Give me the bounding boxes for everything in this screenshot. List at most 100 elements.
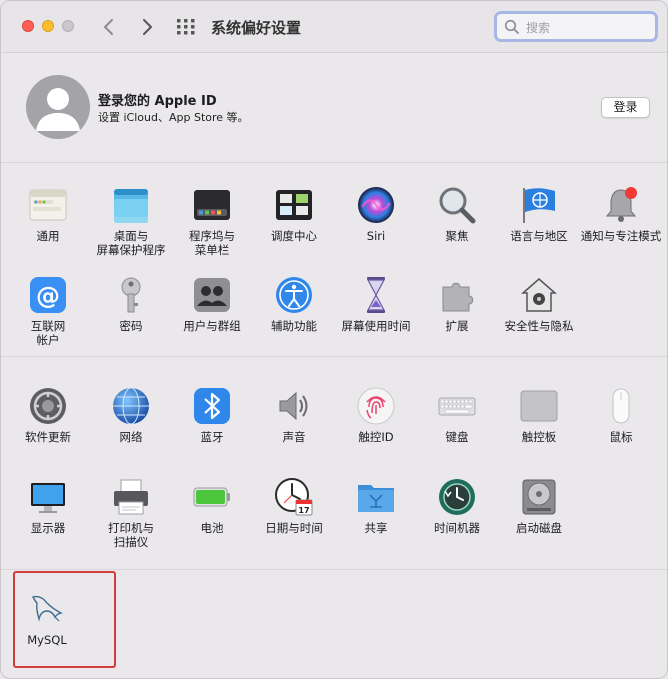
pane-label: 密码: [119, 319, 143, 333]
pane-notifications[interactable]: 通知与专注模式: [580, 185, 662, 243]
chevron-left-icon: [104, 19, 113, 35]
general-icon: [29, 189, 67, 221]
date-time-icon: 17: [275, 478, 313, 516]
close-window-button[interactable]: [22, 20, 34, 32]
zoom-window-button[interactable]: [62, 20, 74, 32]
pane-label: 软件更新: [25, 430, 71, 444]
pane-label: 安全性与隐私: [504, 319, 574, 333]
printers-scanners-icon: [114, 479, 148, 515]
pane-label: 触控ID: [358, 430, 394, 444]
pane-sharing[interactable]: 共享: [335, 477, 417, 535]
user-silhouette-icon: [36, 88, 80, 131]
pane-label: 调度中心: [271, 229, 317, 243]
pane-mission-control[interactable]: 调度中心: [253, 185, 335, 243]
keyboard-icon: [438, 397, 476, 416]
mouse-icon: [612, 388, 630, 424]
pane-time-machine[interactable]: 时间机器: [416, 477, 498, 535]
users-groups-icon: [194, 278, 230, 312]
pane-startup-disk[interactable]: 启动磁盘: [498, 477, 580, 535]
pane-security-privacy[interactable]: 安全性与隐私: [498, 275, 580, 333]
spotlight-icon: [439, 187, 476, 224]
pane-trackpad[interactable]: 触控板: [498, 386, 580, 444]
pane-label: 时间机器: [434, 521, 480, 535]
touch-id-icon: [357, 387, 395, 425]
pane-displays[interactable]: 显示器: [7, 477, 89, 535]
pane-bluetooth[interactable]: 蓝牙: [171, 386, 253, 444]
minimize-window-button[interactable]: [42, 20, 54, 32]
pane-label: 互联网 帐户: [30, 319, 66, 347]
pane-label: 程序坞与 菜单栏: [189, 229, 235, 257]
grid-icon: [177, 19, 195, 35]
pane-mouse[interactable]: 鼠标: [580, 386, 662, 444]
sharing-icon: [358, 485, 394, 512]
software-update-icon: [30, 388, 66, 424]
pane-label: 启动磁盘: [516, 521, 562, 535]
pane-label: 屏幕使用时间: [341, 319, 411, 333]
annotation-highlight-box: [13, 571, 116, 668]
search-field[interactable]: 搜索: [494, 11, 658, 42]
pane-label: 语言与地区: [510, 229, 568, 243]
pane-label: 共享: [364, 521, 388, 535]
pane-label: 打印机与 扫描仪: [108, 521, 154, 549]
apple-id-subtitle: 设置 iCloud、App Store 等。: [98, 111, 249, 124]
pane-screen-time[interactable]: 屏幕使用时间: [335, 275, 417, 333]
pane-label: 桌面与 屏幕保护程序: [96, 229, 166, 257]
pane-label: 通知与专注模式: [580, 229, 662, 243]
pane-label: 触控板: [521, 430, 557, 444]
bluetooth-icon: [194, 388, 230, 424]
language-region-icon: [523, 188, 555, 223]
pane-passwords[interactable]: 密码: [90, 275, 172, 333]
pane-language-region[interactable]: 语言与地区: [498, 185, 580, 243]
pane-label: Siri: [366, 229, 386, 243]
pane-touch-id[interactable]: 触控ID: [335, 386, 417, 444]
pane-spotlight[interactable]: 聚焦: [416, 185, 498, 243]
pane-label: 辅助功能: [271, 319, 317, 333]
apple-id-title: 登录您的 Apple ID: [98, 94, 217, 109]
trackpad-icon: [520, 390, 558, 422]
pane-siri[interactable]: Siri: [335, 185, 417, 243]
window-title: 系统偏好设置: [211, 19, 302, 37]
svg-text:@: @: [36, 282, 60, 310]
show-all-button[interactable]: [177, 19, 195, 35]
apple-id-section: 登录您的 Apple ID 设置 iCloud、App Store 等。 登录: [1, 53, 667, 163]
pane-desktop-screensaver[interactable]: 桌面与 屏幕保护程序: [90, 185, 172, 257]
pane-software-update[interactable]: 软件更新: [7, 386, 89, 444]
pane-sound[interactable]: 声音: [253, 386, 335, 444]
pane-label: 日期与时间: [265, 521, 323, 535]
security-privacy-icon: [521, 278, 557, 312]
back-button[interactable]: [98, 15, 120, 39]
pane-battery[interactable]: 电池: [171, 477, 253, 535]
pane-date-time[interactable]: 17 日期与时间: [253, 477, 335, 535]
pane-keyboard[interactable]: 键盘: [416, 386, 498, 444]
internet-accounts-icon: @: [30, 277, 66, 313]
pane-label: 通用: [36, 229, 60, 243]
passwords-icon: [121, 277, 141, 313]
pane-accessibility[interactable]: 辅助功能: [253, 275, 335, 333]
other-panes-section: MySQL: [1, 571, 667, 678]
pane-label: 显示器: [30, 521, 66, 535]
mission-control-icon: [276, 190, 312, 220]
desktop-screensaver-icon: [114, 189, 148, 223]
pane-printers-scanners[interactable]: 打印机与 扫描仪: [90, 477, 172, 549]
pane-label: 聚焦: [445, 229, 469, 243]
avatar[interactable]: [26, 75, 90, 139]
siri-icon: [358, 187, 394, 223]
pane-network[interactable]: 网络: [90, 386, 172, 444]
login-button[interactable]: 登录: [601, 97, 650, 118]
search-icon: [504, 19, 519, 34]
pane-dock-menubar[interactable]: 程序坞与 菜单栏: [171, 185, 253, 257]
pane-internet-accounts[interactable]: @ 互联网 帐户: [7, 275, 89, 347]
pane-extensions[interactable]: 扩展: [416, 275, 498, 333]
calendar-day: 17: [298, 506, 309, 515]
pane-users-groups[interactable]: 用户与群组: [171, 275, 253, 333]
displays-icon: [31, 483, 65, 513]
network-icon: [113, 387, 149, 425]
search-placeholder: 搜索: [526, 21, 551, 35]
sound-icon: [279, 391, 308, 421]
pane-label: 声音: [282, 430, 306, 444]
titlebar: 系统偏好设置 搜索: [1, 1, 667, 53]
pane-general[interactable]: 通用: [7, 185, 89, 243]
forward-button[interactable]: [136, 15, 158, 39]
pane-label: 用户与群组: [183, 319, 241, 333]
pane-label: 电池: [200, 521, 224, 535]
